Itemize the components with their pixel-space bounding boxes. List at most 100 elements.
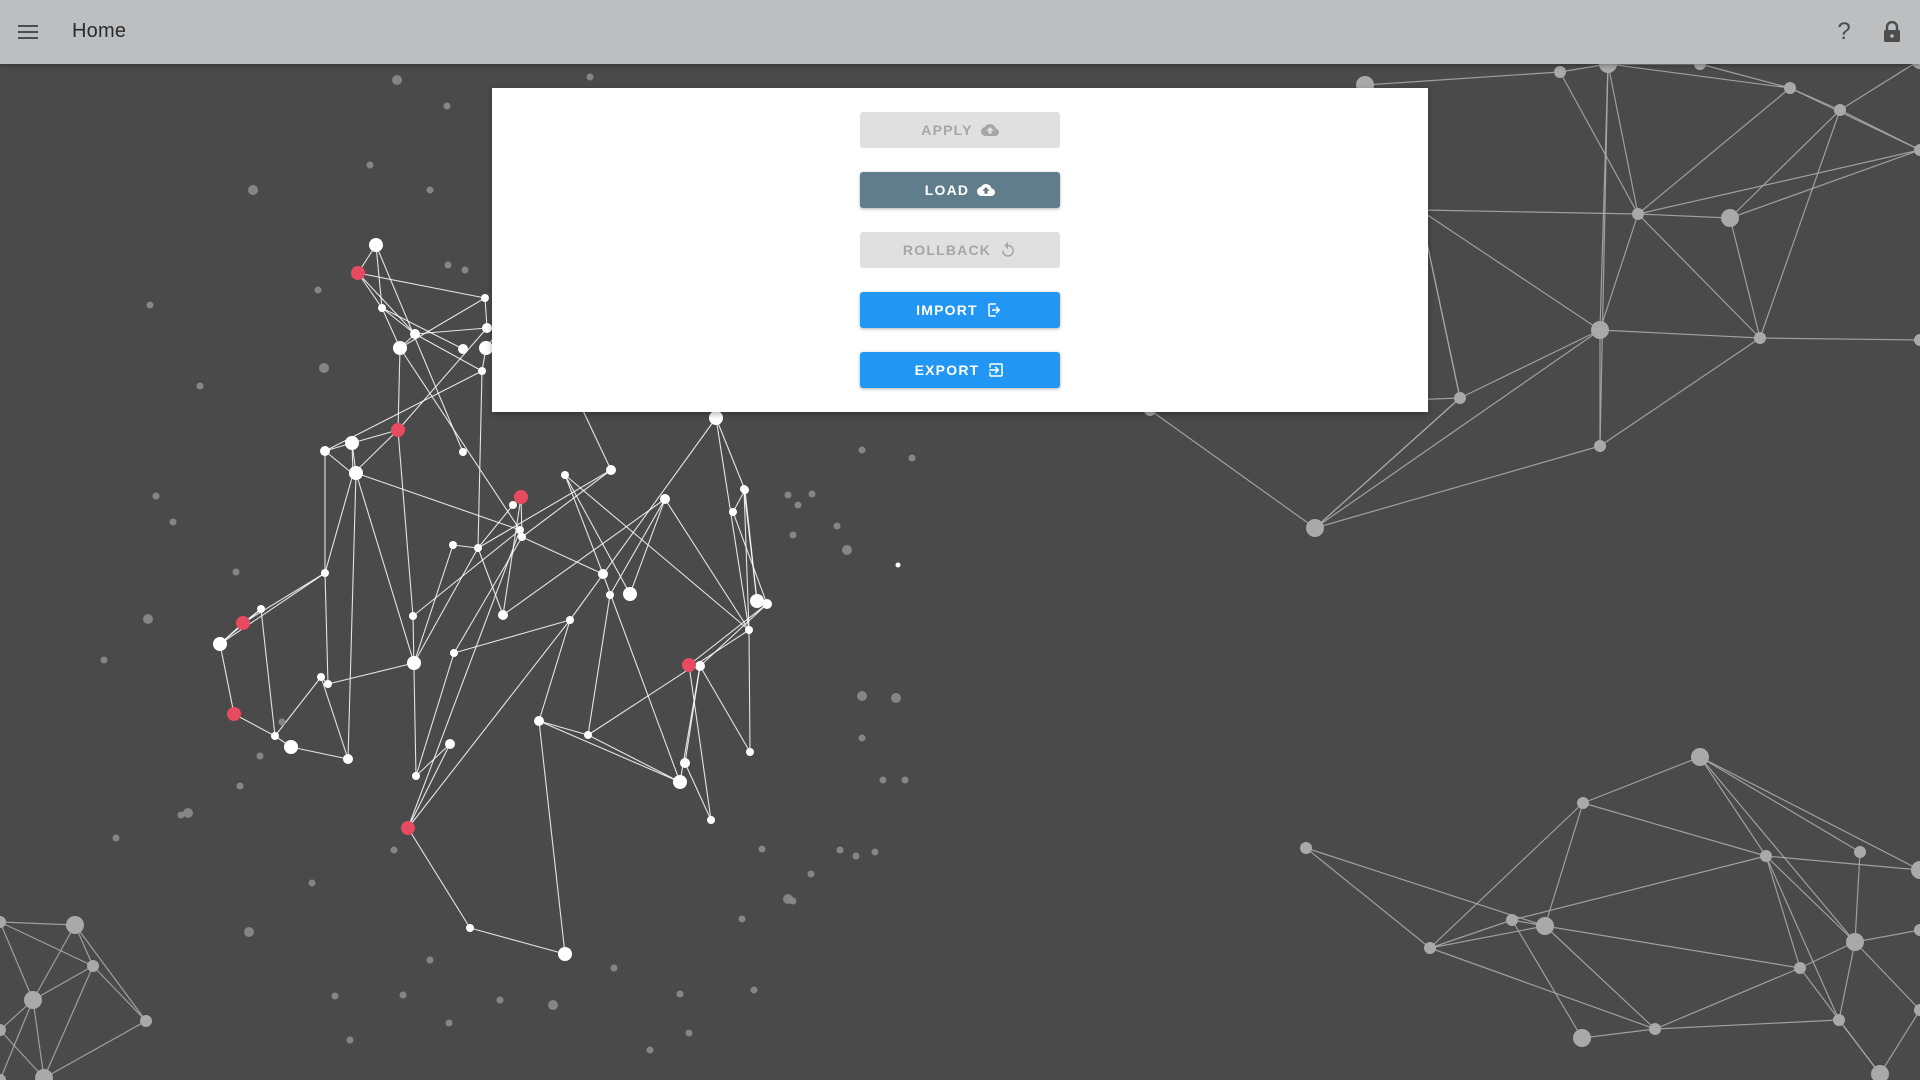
network-edge xyxy=(477,504,514,549)
network-node xyxy=(0,916,6,928)
network-node xyxy=(584,731,592,739)
network-node xyxy=(807,870,815,878)
network-node xyxy=(1760,850,1772,862)
network-edge xyxy=(1599,213,1639,331)
network-node xyxy=(1914,334,1920,346)
network-node xyxy=(857,691,867,701)
network-edge xyxy=(684,665,701,764)
network-node xyxy=(858,446,866,454)
network-edge xyxy=(715,417,750,631)
rollback-button[interactable]: ROLLBACK xyxy=(860,232,1060,268)
network-node xyxy=(349,466,363,480)
network-node xyxy=(750,986,758,994)
network-node xyxy=(895,562,901,568)
network-node xyxy=(566,616,574,624)
rollback-label: ROLLBACK xyxy=(902,242,992,258)
network-node xyxy=(1721,209,1739,227)
network-edge xyxy=(715,417,746,491)
network-node xyxy=(1591,321,1609,339)
cloud-upload-icon xyxy=(977,184,996,196)
network-node xyxy=(1784,82,1796,94)
network-node xyxy=(1632,208,1644,220)
network-edge xyxy=(1429,925,1546,949)
network-edge xyxy=(355,472,415,664)
network-edge xyxy=(324,473,354,574)
network-edge xyxy=(538,619,571,722)
app-bar: Home ? xyxy=(0,0,1920,64)
network-edge xyxy=(1699,756,1861,853)
network-node xyxy=(1536,917,1554,935)
network-node xyxy=(324,680,332,688)
menu-button[interactable] xyxy=(14,18,42,46)
network-edge xyxy=(1654,967,1801,1030)
network-edge xyxy=(381,307,416,335)
network-node xyxy=(646,1046,654,1054)
load-button[interactable]: LOAD xyxy=(860,172,1060,208)
network-edge xyxy=(347,472,357,760)
network-edge xyxy=(1637,213,1731,219)
export-button[interactable]: EXPORT xyxy=(860,352,1060,388)
network-node xyxy=(466,924,474,932)
network-node xyxy=(314,286,322,294)
network-node xyxy=(908,454,916,462)
network-node xyxy=(745,626,753,634)
network-edge xyxy=(477,370,483,549)
network-node xyxy=(445,1019,453,1027)
network-edge xyxy=(407,743,451,829)
network-edge xyxy=(320,676,349,760)
network-node xyxy=(1794,962,1806,974)
network-node xyxy=(393,341,407,355)
network-node xyxy=(236,616,250,630)
help-button[interactable]: ? xyxy=(1830,16,1858,48)
network-edge xyxy=(1799,941,1856,969)
help-icon: ? xyxy=(1837,18,1851,45)
network-node xyxy=(481,294,489,302)
network-node xyxy=(317,673,325,681)
network-edge xyxy=(0,1029,45,1079)
cloud-upload-icon xyxy=(980,124,999,136)
network-node xyxy=(461,266,469,274)
network-edge xyxy=(453,619,571,654)
network-node xyxy=(707,816,715,824)
network-node xyxy=(24,991,42,1009)
network-edge xyxy=(602,573,681,783)
network-edge xyxy=(453,536,523,654)
apply-button[interactable]: APPLY xyxy=(860,112,1060,148)
network-node xyxy=(319,363,329,373)
network-edge xyxy=(1599,337,1761,447)
network-edge xyxy=(1654,1019,1840,1030)
network-node xyxy=(1911,861,1920,879)
network-node xyxy=(366,161,374,169)
network-edge xyxy=(381,307,464,350)
network-node xyxy=(1300,842,1312,854)
network-node xyxy=(1854,846,1866,858)
network-node xyxy=(391,423,405,437)
network-edge xyxy=(1699,63,1791,89)
network-edge xyxy=(1839,59,1920,111)
network-edge xyxy=(327,662,415,685)
network-node xyxy=(308,879,316,887)
network-node xyxy=(213,637,227,651)
network-node xyxy=(257,605,265,613)
network-node xyxy=(152,492,160,500)
network-node xyxy=(1594,440,1606,452)
network-edge xyxy=(1854,851,1861,943)
network-edge xyxy=(1699,756,1920,871)
network-node xyxy=(443,102,451,110)
network-edge xyxy=(397,347,401,431)
network-node xyxy=(858,734,866,742)
network-edge xyxy=(1729,149,1920,219)
network-edge xyxy=(219,643,235,715)
network-edge xyxy=(397,327,488,431)
network-edge xyxy=(290,746,349,760)
network-edge xyxy=(260,608,276,737)
network-node xyxy=(87,960,99,972)
import-button[interactable]: IMPORT xyxy=(860,292,1060,328)
lock-button[interactable] xyxy=(1878,18,1906,46)
network-node xyxy=(509,501,517,509)
network-node xyxy=(498,610,508,620)
network-node xyxy=(558,947,572,961)
network-edge xyxy=(1699,756,1767,857)
network-edge xyxy=(1759,337,1920,341)
network-node xyxy=(1833,1014,1845,1026)
